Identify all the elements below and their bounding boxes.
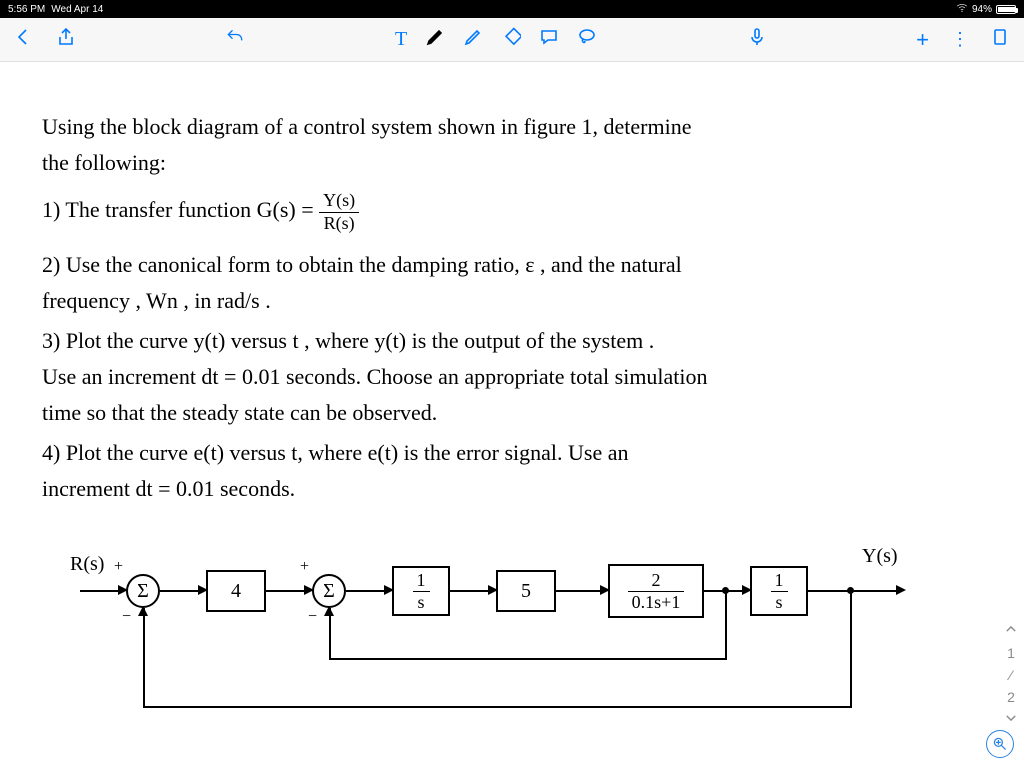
hw-line9: 4) Plot the curve e(t) versus t, where e… [42,440,628,466]
wire [850,590,852,708]
frac-num: Y(s) [319,190,359,213]
integrator-block-2: 1s [750,566,808,616]
frac-den: s [771,592,788,613]
label-input: R(s) [70,552,104,576]
undo-button[interactable] [225,27,245,52]
hw-line1: Using the block diagram of a control sys… [42,114,691,140]
wire [160,590,200,592]
gain-value: 5 [521,580,531,603]
text-tool[interactable]: T [395,28,407,51]
page-navigator: 1 ⁄ 2 [1004,622,1018,728]
sigma-icon: Σ [323,580,335,603]
add-button[interactable]: + [916,27,929,53]
integrator-block-1: 1s [392,566,450,616]
hw-line3a: 1) The transfer function G(s) = [42,197,319,222]
zoom-button[interactable] [986,730,1014,758]
frac-den: 0.1s+1 [628,592,685,613]
page-total: 2 [1007,689,1015,705]
status-bar: 5:56 PM Wed Apr 14 94% [0,0,1024,18]
wire [346,590,386,592]
hw-line8: time so that the steady state can be obs… [42,400,437,426]
hw-line7: Use an increment dt = 0.01 seconds. Choo… [42,364,708,390]
lasso-tool[interactable] [577,27,597,52]
wire [725,590,727,660]
frac-num: 1 [413,570,430,592]
sign-plus-1: + [114,558,123,576]
battery-pct: 94% [972,4,992,15]
shape-tool[interactable] [501,27,521,52]
status-time: 5:56 PM [8,4,45,15]
battery-icon [996,5,1016,14]
wire [556,590,602,592]
wire [329,658,727,660]
back-button[interactable] [14,27,34,52]
sign-minus-2: − [308,608,317,626]
arrowhead-icon [896,585,906,595]
summing-junction-2: Σ [312,574,346,608]
gain-block-4: 4 [206,570,266,612]
note-canvas[interactable]: Using the block diagram of a control sys… [0,62,1024,768]
hw-line5: frequency , Wn , in rad/s . [42,288,271,314]
fraction-Ys-Rs: Y(s) R(s) [319,190,359,234]
label-output: Y(s) [862,544,898,568]
wire [143,706,852,708]
hw-line10: increment dt = 0.01 seconds. [42,476,295,502]
sigma-icon: Σ [137,580,149,603]
comment-tool[interactable] [539,27,559,52]
wire [80,590,120,592]
pen-tool[interactable] [425,27,445,52]
page-up-button[interactable] [1004,622,1018,639]
arrowhead-icon [138,606,148,616]
summing-junction-1: Σ [126,574,160,608]
frac-num: 2 [628,570,685,592]
gain-block-5: 5 [496,570,556,612]
gain-value: 4 [231,580,241,603]
hw-line6: 3) Plot the curve y(t) versus t , where … [42,328,654,354]
more-button[interactable]: ⋮ [951,29,968,50]
wire [143,608,145,708]
block-diagram: R(s) Y(s) Σ + − 4 Σ + − 1s 5 2 [70,552,910,747]
pickoff-node [847,587,854,594]
share-button[interactable] [56,27,76,52]
frac-num: 1 [771,570,788,592]
wifi-icon [956,2,968,17]
page-sep: ⁄ [1010,667,1012,683]
mic-button[interactable] [747,27,767,52]
wire [450,590,490,592]
pickoff-node [722,587,729,594]
wire [266,590,306,592]
sign-plus-2: + [300,558,309,576]
hw-line4: 2) Use the canonical form to obtain the … [42,252,682,278]
app-toolbar: T + ⋮ [0,18,1024,62]
pencil-tool[interactable] [463,27,483,52]
pages-button[interactable] [990,27,1010,52]
sign-minus-1: − [122,608,131,626]
page-current: 1 [1007,645,1015,661]
frac-den: s [413,592,430,613]
hw-line2: the following: [42,150,166,176]
page-down-button[interactable] [1004,711,1018,728]
frac-den: R(s) [319,213,359,235]
status-date: Wed Apr 14 [51,4,103,15]
transfer-function-block: 20.1s+1 [608,564,704,618]
arrowhead-icon [324,606,334,616]
hw-line3: 1) The transfer function G(s) = Y(s) R(s… [42,190,359,234]
